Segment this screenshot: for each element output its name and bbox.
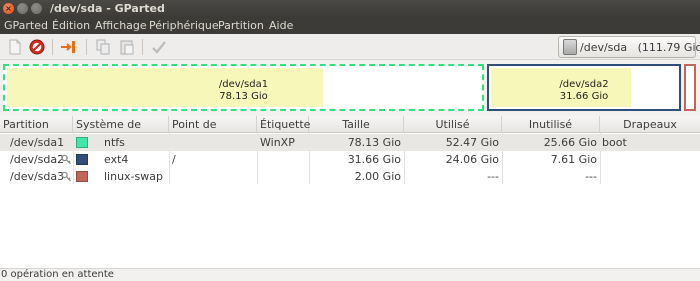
device-selector-label: /dev/sda (111.79 Gio): [580, 41, 700, 54]
device-name: /dev/sda: [580, 41, 628, 54]
header-mount-point[interactable]: Point de montage: [169, 116, 257, 148]
partition-graph: /dev/sda1 78.13 Gio /dev/sda2 31.66 Gio: [0, 60, 700, 116]
cell-partition: /dev/sda2: [10, 153, 65, 166]
toolbar-separator: [52, 39, 53, 55]
menu-gparted[interactable]: GParted: [4, 19, 48, 32]
menu-edition[interactable]: Édition: [52, 19, 90, 32]
minimize-icon[interactable]: [17, 3, 28, 14]
cell-filesystem: linux-swap: [104, 170, 163, 183]
cell-filesystem: ext4: [104, 153, 129, 166]
header-label[interactable]: Étiquette: [257, 116, 310, 133]
maximize-icon[interactable]: [31, 3, 42, 14]
delete-partition-icon[interactable]: [28, 38, 46, 56]
close-icon[interactable]: ×: [3, 3, 14, 14]
apply-icon[interactable]: [150, 38, 168, 56]
title-bar: × /dev/sda - GParted: [0, 0, 700, 17]
header-flags[interactable]: Drapeaux: [600, 116, 700, 133]
graph-partition-sda2[interactable]: /dev/sda2 31.66 Gio: [487, 64, 681, 111]
graph-partition-size: 31.66 Gio: [559, 91, 609, 102]
menu-bar: GParted Édition Affichage Périphérique P…: [0, 17, 700, 34]
cell-partition: /dev/sda1: [10, 136, 65, 149]
header-unused[interactable]: Inutilisé: [502, 116, 600, 133]
toolbar-separator: [142, 39, 143, 55]
device-selector[interactable]: /dev/sda (111.79 Gio): [558, 36, 700, 58]
toolbar: /dev/sda (111.79 Gio): [0, 34, 700, 60]
key-lock-icon: [61, 154, 71, 165]
menu-partition[interactable]: Partition: [218, 19, 264, 32]
new-partition-icon[interactable]: [6, 38, 24, 56]
device-size: (111.79 Gio): [637, 41, 700, 54]
cell-flags: boot: [602, 136, 627, 149]
header-used[interactable]: Utilisé: [404, 116, 502, 133]
hard-disk-icon: [563, 39, 577, 55]
filesystem-color-swatch: [76, 171, 88, 182]
table-header: Partition Système de fichiers Point de m…: [0, 116, 700, 148]
filesystem-color-swatch: [76, 154, 88, 165]
menu-aide[interactable]: Aide: [269, 19, 293, 32]
cell-unused: 7.61 Gio: [550, 153, 597, 166]
graph-partition-name: /dev/sda1: [218, 79, 269, 90]
filesystem-color-swatch: [76, 137, 88, 148]
status-bar: 0 opération en attente: [0, 268, 700, 281]
copy-icon[interactable]: [94, 38, 112, 56]
resize-move-icon[interactable]: [60, 38, 78, 56]
cell-filesystem: ntfs: [104, 136, 125, 149]
header-filesystem[interactable]: Système de fichiers: [73, 116, 169, 148]
table-row[interactable]: /dev/sda2 ext4 / 31.66 Gio 24.06 Gio 7.6…: [0, 151, 700, 168]
graph-partition-name: /dev/sda2: [559, 79, 609, 90]
cell-size: 31.66 Gio: [347, 153, 401, 166]
cell-size: 2.00 Gio: [354, 170, 401, 183]
graph-partition-size: 78.13 Gio: [219, 91, 268, 102]
partition-table: Partition Système de fichiers Point de m…: [0, 116, 700, 268]
paste-icon[interactable]: [118, 38, 136, 56]
cell-used: 24.06 Gio: [445, 153, 499, 166]
cell-mount-point: /: [172, 153, 176, 166]
cell-size: 78.13 Gio: [347, 136, 401, 149]
cell-partition: /dev/sda3: [10, 170, 65, 183]
toolbar-separator: [86, 39, 87, 55]
graph-partition-sda1[interactable]: /dev/sda1 78.13 Gio: [3, 64, 484, 111]
header-partition[interactable]: Partition: [0, 116, 73, 133]
cell-unused: ---: [585, 170, 597, 183]
cell-used: ---: [487, 170, 499, 183]
table-row[interactable]: /dev/sda1 ntfs WinXP 78.13 Gio 52.47 Gio…: [0, 134, 700, 151]
cell-unused: 25.66 Gio: [543, 136, 597, 149]
menu-affichage[interactable]: Affichage: [95, 19, 147, 32]
cell-label: WinXP: [260, 136, 295, 149]
graph-partition-sda3[interactable]: [684, 64, 696, 111]
key-lock-icon: [61, 171, 71, 182]
menu-peripherique[interactable]: Périphérique: [149, 19, 219, 32]
cell-used: 52.47 Gio: [445, 136, 499, 149]
header-size[interactable]: Taille: [309, 116, 404, 133]
table-row[interactable]: /dev/sda3 linux-swap 2.00 Gio --- ---: [0, 168, 700, 185]
window-title: /dev/sda - GParted: [50, 2, 165, 15]
